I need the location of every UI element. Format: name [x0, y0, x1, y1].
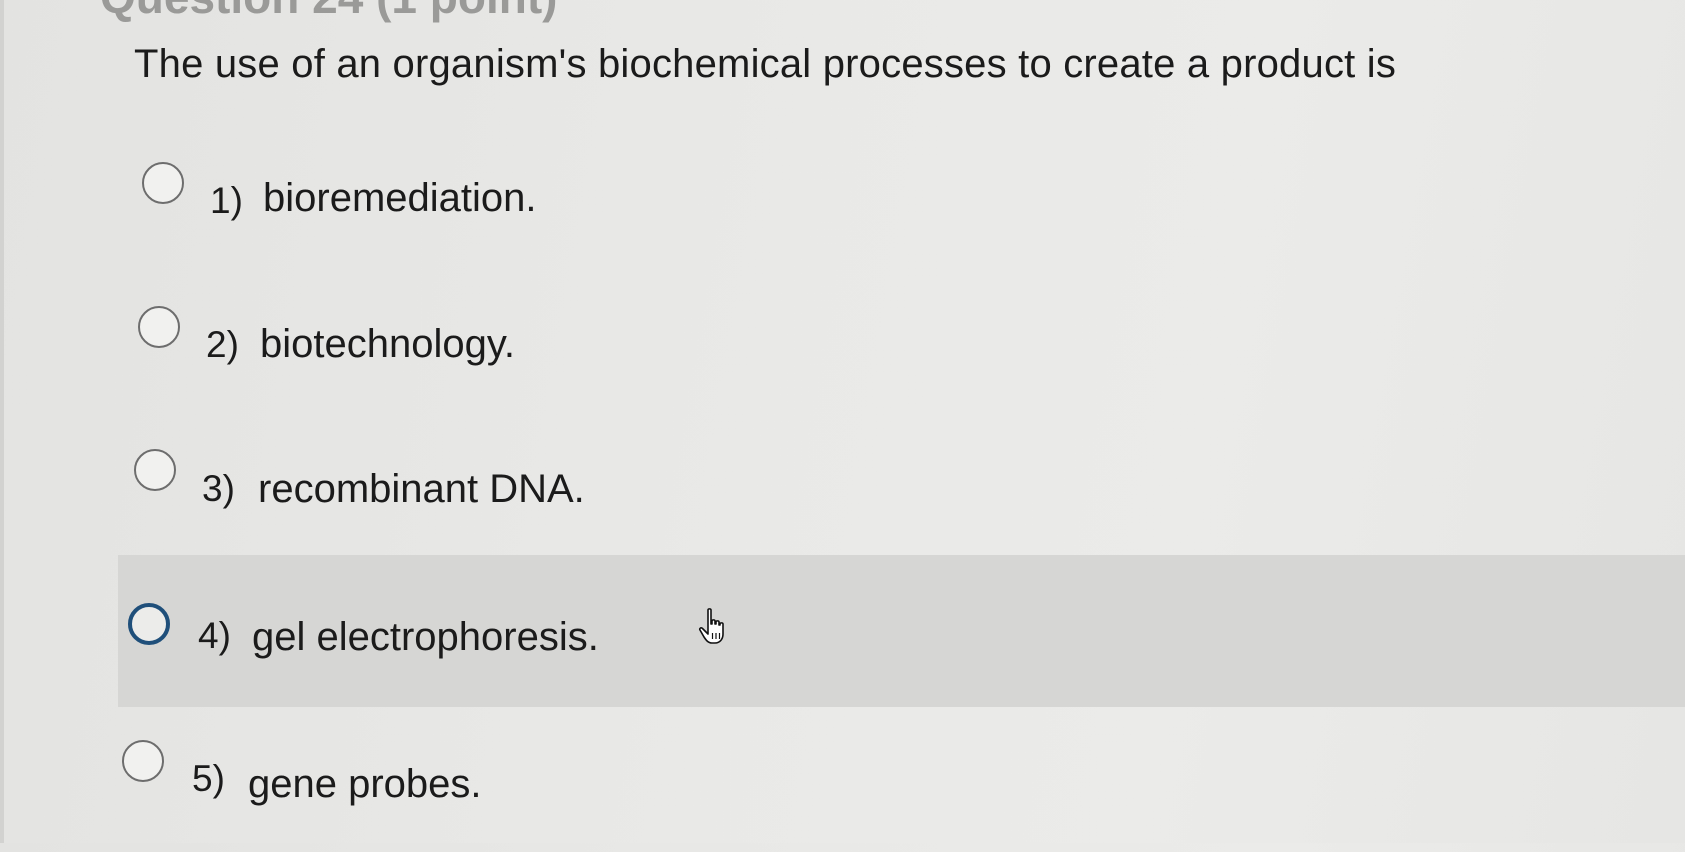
answer-option-2[interactable]: 2) biotechnology. [118, 278, 1685, 408]
answer-option-5[interactable]: 5) gene probes. [118, 722, 1685, 852]
option-label: gene probes. [248, 762, 482, 806]
radio-button-icon[interactable] [128, 603, 170, 645]
answer-option-1[interactable]: 1) bioremediation. [118, 132, 1685, 262]
radio-button-icon[interactable] [134, 449, 176, 491]
option-number: 1) [210, 180, 243, 221]
option-number: 3) [202, 468, 235, 509]
option-label: gel electrophoresis. [252, 615, 599, 659]
option-number: 4) [198, 615, 231, 656]
hand-pointer-icon [698, 608, 724, 644]
question-header: Question 24 (1 point) [100, 0, 557, 24]
radio-button-icon[interactable] [122, 740, 164, 782]
option-label: recombinant DNA. [258, 467, 585, 511]
option-number: 5) [192, 758, 225, 799]
window-edge [0, 0, 4, 843]
answer-option-4[interactable]: 4) gel electrophoresis. [118, 555, 1685, 707]
option-label: biotechnology. [260, 322, 515, 366]
question-text: The use of an organism's biochemical pro… [134, 42, 1397, 86]
radio-button-icon[interactable] [138, 306, 180, 348]
option-number: 2) [206, 324, 239, 365]
radio-button-icon[interactable] [142, 162, 184, 204]
option-label: bioremediation. [263, 176, 537, 220]
answer-option-3[interactable]: 3) recombinant DNA. [118, 422, 1685, 552]
